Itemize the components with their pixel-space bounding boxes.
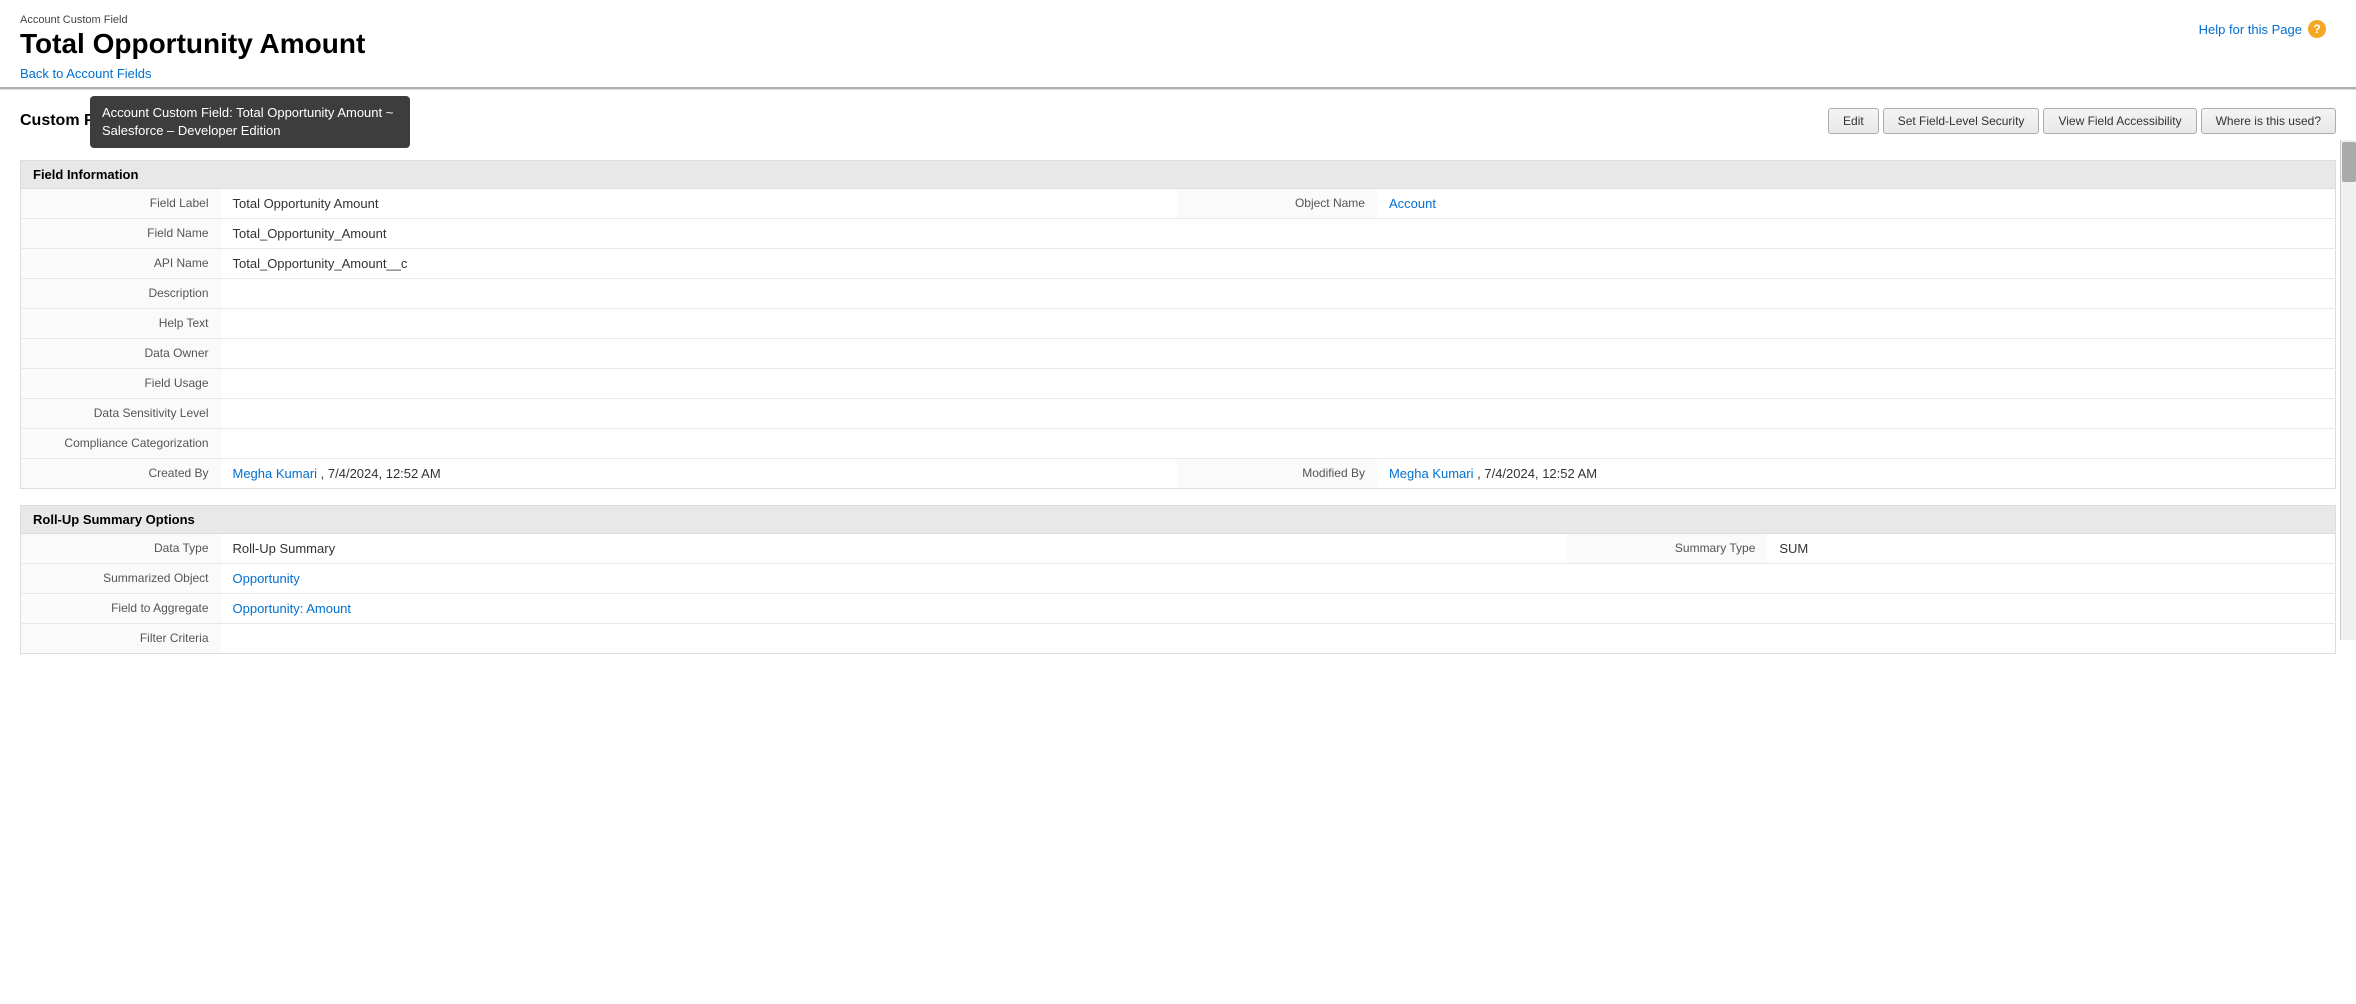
table-row: Field Name Total_Opportunity_Amount — [21, 219, 2336, 249]
field-label-value: Total Opportunity Amount — [221, 189, 1177, 219]
page-title: Total Opportunity Amount — [20, 28, 2336, 60]
compliance-label: Compliance Categorization — [21, 429, 221, 459]
created-by-value: Megha Kumari , 7/4/2024, 12:52 AM — [221, 459, 1177, 489]
table-row: Data Owner — [21, 339, 2336, 369]
scrollbar-thumb[interactable] — [2342, 142, 2356, 182]
help-link[interactable]: Help for this Page ? — [2199, 20, 2326, 38]
content-area: Field Information Field Label Total Oppo… — [0, 160, 2356, 654]
data-type-value: Roll-Up Summary — [221, 534, 1568, 564]
tooltip: Account Custom Field: Total Opportunity … — [90, 96, 410, 148]
help-text-value — [221, 309, 2336, 339]
rollup-summary-section: Roll-Up Summary Options Data Type Roll-U… — [20, 505, 2336, 654]
help-link-text: Help for this Page — [2199, 22, 2302, 37]
back-to-account-fields-link[interactable]: Back to Account Fields — [20, 66, 152, 81]
field-to-aggregate-value: Opportunity: Amount — [221, 594, 2336, 624]
table-row: Help Text — [21, 309, 2336, 339]
table-row: Filter Criteria — [21, 624, 2336, 654]
rollup-summary-table: Data Type Roll-Up Summary Summary Type S… — [20, 533, 2336, 654]
field-information-section: Field Information Field Label Total Oppo… — [20, 160, 2336, 489]
set-field-level-security-button[interactable]: Set Field-Level Security — [1883, 108, 2040, 134]
field-name-label: Field Name — [21, 219, 221, 249]
modified-by-value: Megha Kumari , 7/4/2024, 12:52 AM — [1377, 459, 2336, 489]
table-row: Description — [21, 279, 2336, 309]
help-text-label: Help Text — [21, 309, 221, 339]
field-information-header: Field Information — [20, 160, 2336, 188]
rollup-summary-header: Roll-Up Summary Options — [20, 505, 2336, 533]
data-owner-value — [221, 339, 2336, 369]
table-row: Data Sensitivity Level — [21, 399, 2336, 429]
scrollbar-track[interactable] — [2340, 140, 2356, 640]
opportunity-link[interactable]: Opportunity — [233, 571, 300, 586]
account-link[interactable]: Account — [1389, 196, 1436, 211]
table-row: Field to Aggregate Opportunity: Amount — [21, 594, 2336, 624]
description-label: Description — [21, 279, 221, 309]
object-name-label: Object Name — [1177, 189, 1377, 219]
table-row: Created By Megha Kumari , 7/4/2024, 12:5… — [21, 459, 2336, 489]
help-icon: ? — [2308, 20, 2326, 38]
api-name-label: API Name — [21, 249, 221, 279]
compliance-value — [221, 429, 2336, 459]
table-row: Compliance Categorization — [21, 429, 2336, 459]
edit-button[interactable]: Edit — [1828, 108, 1879, 134]
filter-criteria-label: Filter Criteria — [21, 624, 221, 654]
table-row: API Name Total_Opportunity_Amount__c — [21, 249, 2336, 279]
field-information-table: Field Label Total Opportunity Amount Obj… — [20, 188, 2336, 489]
page-header: Account Custom Field Total Opportunity A… — [0, 0, 2356, 87]
field-usage-value — [221, 369, 2336, 399]
summary-type-label: Summary Type — [1567, 534, 1767, 564]
table-row: Data Type Roll-Up Summary Summary Type S… — [21, 534, 2336, 564]
toolbar-buttons: Edit Set Field-Level Security View Field… — [1828, 108, 2336, 134]
api-name-value: Total_Opportunity_Amount__c — [221, 249, 2336, 279]
summary-type-value: SUM — [1767, 534, 2335, 564]
description-value — [221, 279, 2336, 309]
modified-by-label: Modified By — [1177, 459, 1377, 489]
summarized-object-label: Summarized Object — [21, 564, 221, 594]
modified-by-date: , 7/4/2024, 12:52 AM — [1477, 466, 1597, 481]
table-row: Field Label Total Opportunity Amount Obj… — [21, 189, 2336, 219]
field-label-label: Field Label — [21, 189, 221, 219]
modified-by-link[interactable]: Megha Kumari — [1389, 466, 1474, 481]
created-by-label: Created By — [21, 459, 221, 489]
object-name-value: Account — [1377, 189, 2336, 219]
data-sensitivity-label: Data Sensitivity Level — [21, 399, 221, 429]
table-row: Summarized Object Opportunity — [21, 564, 2336, 594]
view-field-accessibility-button[interactable]: View Field Accessibility — [2043, 108, 2196, 134]
table-row: Field Usage — [21, 369, 2336, 399]
summarized-object-value: Opportunity — [221, 564, 2336, 594]
created-by-date: , 7/4/2024, 12:52 AM — [321, 466, 441, 481]
data-sensitivity-value — [221, 399, 2336, 429]
created-by-link[interactable]: Megha Kumari — [233, 466, 318, 481]
opportunity-amount-link[interactable]: Opportunity: Amount — [233, 601, 352, 616]
field-name-value: Total_Opportunity_Amount — [221, 219, 2336, 249]
field-to-aggregate-label: Field to Aggregate — [21, 594, 221, 624]
data-type-label: Data Type — [21, 534, 221, 564]
data-owner-label: Data Owner — [21, 339, 221, 369]
field-usage-label: Field Usage — [21, 369, 221, 399]
filter-criteria-value — [221, 624, 2336, 654]
where-is-this-used-button[interactable]: Where is this used? — [2201, 108, 2336, 134]
object-type-label: Account Custom Field — [20, 14, 2336, 26]
page-wrapper: Account Custom Field Total Opportunity A… — [0, 0, 2356, 1004]
